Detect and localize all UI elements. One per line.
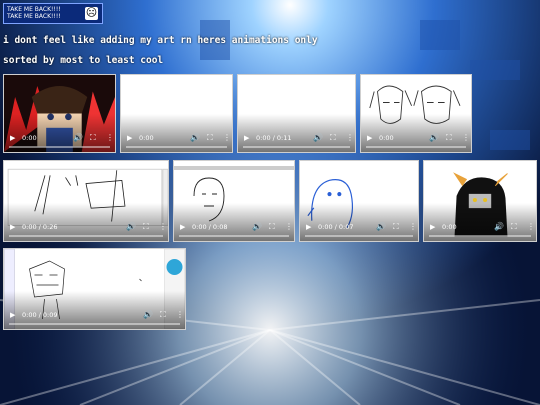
fullscreen-icon[interactable]: ⛶	[330, 133, 336, 143]
progress-bar[interactable]	[243, 146, 350, 148]
video-time: 0:00 / 0:08	[192, 223, 228, 231]
play-icon[interactable]: ▶	[10, 311, 15, 319]
volume-icon[interactable]: 🔊	[73, 133, 83, 142]
more-options-icon[interactable]: ⋮	[346, 133, 354, 142]
volume-icon[interactable]: 🔊	[313, 133, 323, 142]
more-options-icon[interactable]: ⋮	[223, 133, 231, 142]
video-player[interactable]: ▶ 0:00 / 0:07 🔊 ⛶ ⋮	[299, 160, 419, 242]
progress-bar[interactable]	[9, 146, 110, 148]
progress-bar[interactable]	[366, 146, 466, 148]
fullscreen-icon[interactable]: ⛶	[160, 310, 166, 320]
video-player[interactable]: ▶ 0:00 / 0:11 🔊 ⛶ ⋮	[237, 74, 356, 153]
play-icon[interactable]: ▶	[127, 134, 132, 142]
video-controls: ▶ 0:00 🔊 ⛶ ⋮	[121, 130, 232, 152]
progress-bar[interactable]	[429, 235, 531, 237]
play-icon[interactable]: ▶	[367, 134, 372, 142]
play-icon[interactable]: ▶	[306, 223, 311, 231]
video-player[interactable]: ▶ 0:00 / 0:26 🔊 ⛶ ⋮	[3, 160, 169, 242]
video-player[interactable]: ▶ 0:00 🔊 ⛶ ⋮	[3, 74, 116, 153]
progress-bar[interactable]	[126, 146, 227, 148]
video-controls: ▶ 0:00 / 0:26 🔊 ⛶ ⋮	[4, 219, 168, 241]
video-player[interactable]: ▶ 0:00 🔊 ⛶ ⋮	[120, 74, 233, 153]
play-icon[interactable]: ▶	[244, 134, 249, 142]
volume-icon[interactable]: 🔊	[429, 133, 439, 142]
volume-icon[interactable]: 🔊	[143, 310, 153, 319]
more-options-icon[interactable]: ⋮	[106, 133, 114, 142]
progress-bar[interactable]	[9, 235, 163, 237]
video-controls: ▶ 0:00 🔊 ⛶ ⋮	[424, 219, 536, 241]
fullscreen-icon[interactable]: ⛶	[446, 133, 452, 143]
more-options-icon[interactable]: ⋮	[409, 222, 417, 231]
volume-icon[interactable]: 🔊	[376, 222, 386, 231]
volume-icon[interactable]: 🔊	[190, 133, 200, 142]
video-controls: ▶ 0:00 / 0:08 🔊 ⛶ ⋮	[174, 219, 294, 241]
video-player[interactable]: ▶ 0:00 🔊 ⛶ ⋮	[423, 160, 537, 242]
sad-face-icon: ☹	[85, 6, 98, 20]
fullscreen-icon[interactable]: ⛶	[207, 133, 213, 143]
play-icon[interactable]: ▶	[430, 223, 435, 231]
play-icon[interactable]: ▶	[180, 223, 185, 231]
page-subcaption: sorted by most to least cool	[3, 55, 164, 66]
volume-icon[interactable]: 🔊	[494, 222, 504, 231]
progress-bar[interactable]	[179, 235, 289, 237]
fullscreen-icon[interactable]: ⛶	[90, 133, 96, 143]
fullscreen-icon[interactable]: ⛶	[143, 222, 149, 232]
play-icon[interactable]: ▶	[10, 134, 15, 142]
take-me-back-button[interactable]: TAKE ME BACK!!!! TAKE ME BACK!!!! ☹	[3, 3, 103, 24]
volume-icon[interactable]: 🔊	[252, 222, 262, 231]
video-controls: ▶ 0:00 / 0:07 🔊 ⛶ ⋮	[300, 219, 418, 241]
video-time: 0:00 / 0:26	[22, 223, 58, 231]
video-time: 0:00 / 0:11	[256, 134, 292, 142]
video-time: 0:00 / 0:09	[22, 311, 58, 319]
more-options-icon[interactable]: ⋮	[527, 222, 535, 231]
video-controls: ▶ 0:00 🔊 ⛶ ⋮	[4, 130, 115, 152]
video-time: 0:00	[22, 134, 37, 142]
video-controls: ▶ 0:00 / 0:09 🔊 ⛶ ⋮	[4, 307, 185, 329]
play-icon[interactable]: ▶	[10, 223, 15, 231]
video-time: 0:00	[139, 134, 154, 142]
video-time: 0:00 / 0:07	[318, 223, 354, 231]
more-options-icon[interactable]: ⋮	[285, 222, 293, 231]
fullscreen-icon[interactable]: ⛶	[269, 222, 275, 232]
video-controls: ▶ 0:00 / 0:11 🔊 ⛶ ⋮	[238, 130, 355, 152]
fullscreen-icon[interactable]: ⛶	[511, 222, 517, 232]
page-caption: i dont feel like adding my art rn heres …	[3, 35, 318, 46]
video-time: 0:00	[442, 223, 457, 231]
video-player[interactable]: ▶ 0:00 / 0:08 🔊 ⛶ ⋮	[173, 160, 295, 242]
video-player[interactable]: ▶ 0:00 🔊 ⛶ ⋮	[360, 74, 472, 153]
fullscreen-icon[interactable]: ⛶	[393, 222, 399, 232]
progress-bar[interactable]	[305, 235, 413, 237]
more-options-icon[interactable]: ⋮	[176, 310, 184, 319]
progress-bar[interactable]	[9, 323, 180, 325]
video-player[interactable]: ▶ 0:00 / 0:09 🔊 ⛶ ⋮	[3, 248, 186, 330]
more-options-icon[interactable]: ⋮	[462, 133, 470, 142]
video-controls: ▶ 0:00 🔊 ⛶ ⋮	[361, 130, 471, 152]
more-options-icon[interactable]: ⋮	[159, 222, 167, 231]
video-time: 0:00	[379, 134, 394, 142]
volume-icon[interactable]: 🔊	[126, 222, 136, 231]
